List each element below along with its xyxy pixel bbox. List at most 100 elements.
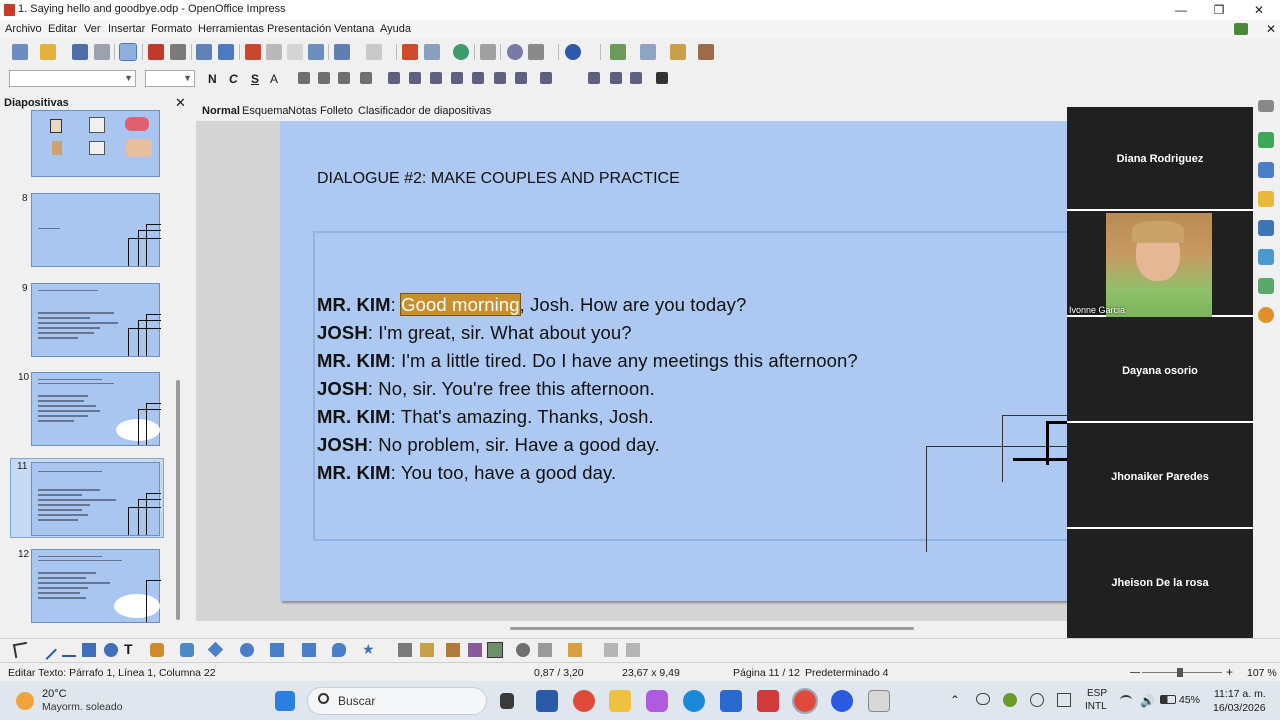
justify-icon[interactable] xyxy=(360,72,372,84)
hyperlink-icon[interactable] xyxy=(507,44,523,60)
edge-icon[interactable] xyxy=(683,690,705,712)
slide-thumbnail[interactable] xyxy=(31,462,161,536)
dialogue-line[interactable]: JOSH: I'm great, sir. What about you? xyxy=(317,322,632,344)
battery-level[interactable]: 45% xyxy=(1179,694,1200,706)
line-icon[interactable] xyxy=(37,640,57,660)
animation-icon[interactable] xyxy=(1258,191,1274,207)
dialogue-line[interactable]: JOSH: No problem, sir. Have a good day. xyxy=(317,434,660,456)
edit-file-icon[interactable] xyxy=(119,43,137,61)
chrome-active-icon[interactable] xyxy=(792,688,818,714)
slide-thumbnail[interactable] xyxy=(31,549,161,623)
selected-text[interactable]: Good morning xyxy=(400,293,521,316)
battery-icon[interactable] xyxy=(1160,695,1176,704)
chart-icon[interactable] xyxy=(402,44,418,60)
clock-date[interactable]: 16/03/2026 xyxy=(1213,702,1266,714)
points-icon[interactable] xyxy=(398,643,412,657)
effects-icon[interactable] xyxy=(516,643,530,657)
align-objects-icon[interactable] xyxy=(538,643,552,657)
styles-icon[interactable] xyxy=(1258,249,1274,265)
maximize-button[interactable]: ❐ xyxy=(1200,0,1238,20)
character-icon[interactable] xyxy=(494,72,506,84)
location-icon[interactable] xyxy=(1030,693,1044,707)
menu-insertar[interactable]: Insertar xyxy=(108,23,145,35)
menu-presentacion[interactable]: Presentación xyxy=(267,23,331,35)
shadow-icon[interactable]: A xyxy=(270,72,278,86)
slide-canvas[interactable]: DIALOGUE #2: MAKE COUPLES AND PRACTICE M… xyxy=(280,121,1073,601)
table-icon[interactable] xyxy=(424,44,440,60)
block-arrows-icon[interactable] xyxy=(270,643,284,657)
weather-icon[interactable] xyxy=(16,692,34,710)
bold-icon[interactable]: N xyxy=(208,72,217,86)
update-icon[interactable] xyxy=(1234,23,1248,35)
text-rtl-icon[interactable] xyxy=(610,72,622,84)
menu-editar[interactable]: Editar xyxy=(48,23,77,35)
shadow-toggle-icon[interactable] xyxy=(604,643,618,657)
zoom-in-icon[interactable]: + xyxy=(1226,665,1233,679)
menu-ayuda[interactable]: Ayuda xyxy=(380,23,411,35)
promote-icon[interactable] xyxy=(409,72,421,84)
stars-icon[interactable]: ★ xyxy=(362,641,376,657)
redo-icon[interactable] xyxy=(366,44,382,60)
taskbar-search[interactable]: Buscar xyxy=(307,687,487,715)
dialogue-line[interactable]: MR. KIM: That's amazing. Thanks, Josh. xyxy=(317,406,654,428)
symbol-shapes-icon[interactable] xyxy=(240,643,254,657)
move-down-icon[interactable] xyxy=(472,72,484,84)
dialogue-line[interactable]: MR. KIM: You too, have a good day. xyxy=(317,462,616,484)
participant-tile[interactable]: Ivonne Garcia xyxy=(1067,213,1253,317)
font-size-combo[interactable]: ▼ xyxy=(145,70,195,87)
close-button[interactable]: ✕ xyxy=(1240,0,1278,20)
align-right-icon[interactable] xyxy=(338,72,350,84)
master-pages-icon[interactable] xyxy=(1258,162,1274,178)
close-panel-icon[interactable]: ✕ xyxy=(175,95,186,111)
align-center-icon[interactable] xyxy=(318,72,330,84)
dialogue-line[interactable]: MR. KIM: I'm a little tired. Do I have a… xyxy=(317,350,858,372)
store-icon[interactable] xyxy=(536,690,558,712)
align-left-icon[interactable] xyxy=(298,72,310,84)
line-spacing-icon[interactable] xyxy=(540,72,552,84)
slide-heading[interactable]: DIALOGUE #2: MAKE COUPLES AND PRACTICE xyxy=(317,170,680,188)
save-icon[interactable] xyxy=(72,44,88,60)
cloud-icon[interactable] xyxy=(976,693,990,705)
tab-normal[interactable]: Normal xyxy=(202,105,240,117)
text-icon[interactable]: T xyxy=(124,641,138,657)
ellipse-icon[interactable] xyxy=(104,643,118,657)
slide-layout-icon[interactable] xyxy=(640,44,656,60)
close-document-icon[interactable]: ✕ xyxy=(1266,22,1276,36)
zoom-out-icon[interactable] xyxy=(1130,672,1140,673)
autospell-icon[interactable] xyxy=(218,44,234,60)
open-icon[interactable] xyxy=(40,44,56,60)
zoom-level[interactable]: 107 % xyxy=(1247,667,1277,679)
participant-tile[interactable]: Jheison De la rosa xyxy=(1067,531,1253,635)
gallery-icon[interactable] xyxy=(1258,278,1274,294)
menu-icon[interactable] xyxy=(1258,100,1274,112)
whiteboard-icon[interactable] xyxy=(720,690,742,712)
tab-slide-sorter[interactable]: Clasificador de diapositivas xyxy=(358,105,491,117)
slides-scrollbar[interactable] xyxy=(176,380,180,620)
slideshow-icon[interactable] xyxy=(698,44,714,60)
arrow-icon[interactable] xyxy=(62,643,76,657)
navigator-sidebar-icon[interactable] xyxy=(1258,307,1274,323)
help-icon[interactable] xyxy=(565,44,581,60)
spellcheck-icon[interactable] xyxy=(196,44,212,60)
chrome-icon[interactable] xyxy=(573,690,595,712)
keyboard-layout[interactable]: INTL xyxy=(1085,701,1107,712)
tab-handout[interactable]: Folleto xyxy=(320,105,353,117)
participant-tile[interactable]: Jhonaiker Paredes xyxy=(1067,425,1253,529)
paste-icon[interactable] xyxy=(287,44,303,60)
menu-formato[interactable]: Formato xyxy=(151,23,192,35)
curve-icon[interactable] xyxy=(150,643,164,657)
move-up-icon[interactable] xyxy=(451,72,463,84)
copy-icon[interactable] xyxy=(266,44,282,60)
print-icon[interactable] xyxy=(170,44,186,60)
italic-icon[interactable]: C xyxy=(229,72,238,86)
slide-thumbnail[interactable] xyxy=(31,283,161,357)
chevron-up-icon[interactable]: ⌃ xyxy=(950,693,960,707)
menu-ventana[interactable]: Ventana xyxy=(334,23,374,35)
spacing-icon[interactable] xyxy=(630,72,642,84)
font-name-combo[interactable]: ▼ xyxy=(9,70,136,87)
wifi-icon[interactable] xyxy=(1120,695,1132,705)
task-view-icon[interactable] xyxy=(500,693,514,709)
extrusion-icon[interactable] xyxy=(487,642,503,658)
pen-icon[interactable] xyxy=(1057,693,1071,707)
text-direction-icon[interactable] xyxy=(588,72,600,84)
